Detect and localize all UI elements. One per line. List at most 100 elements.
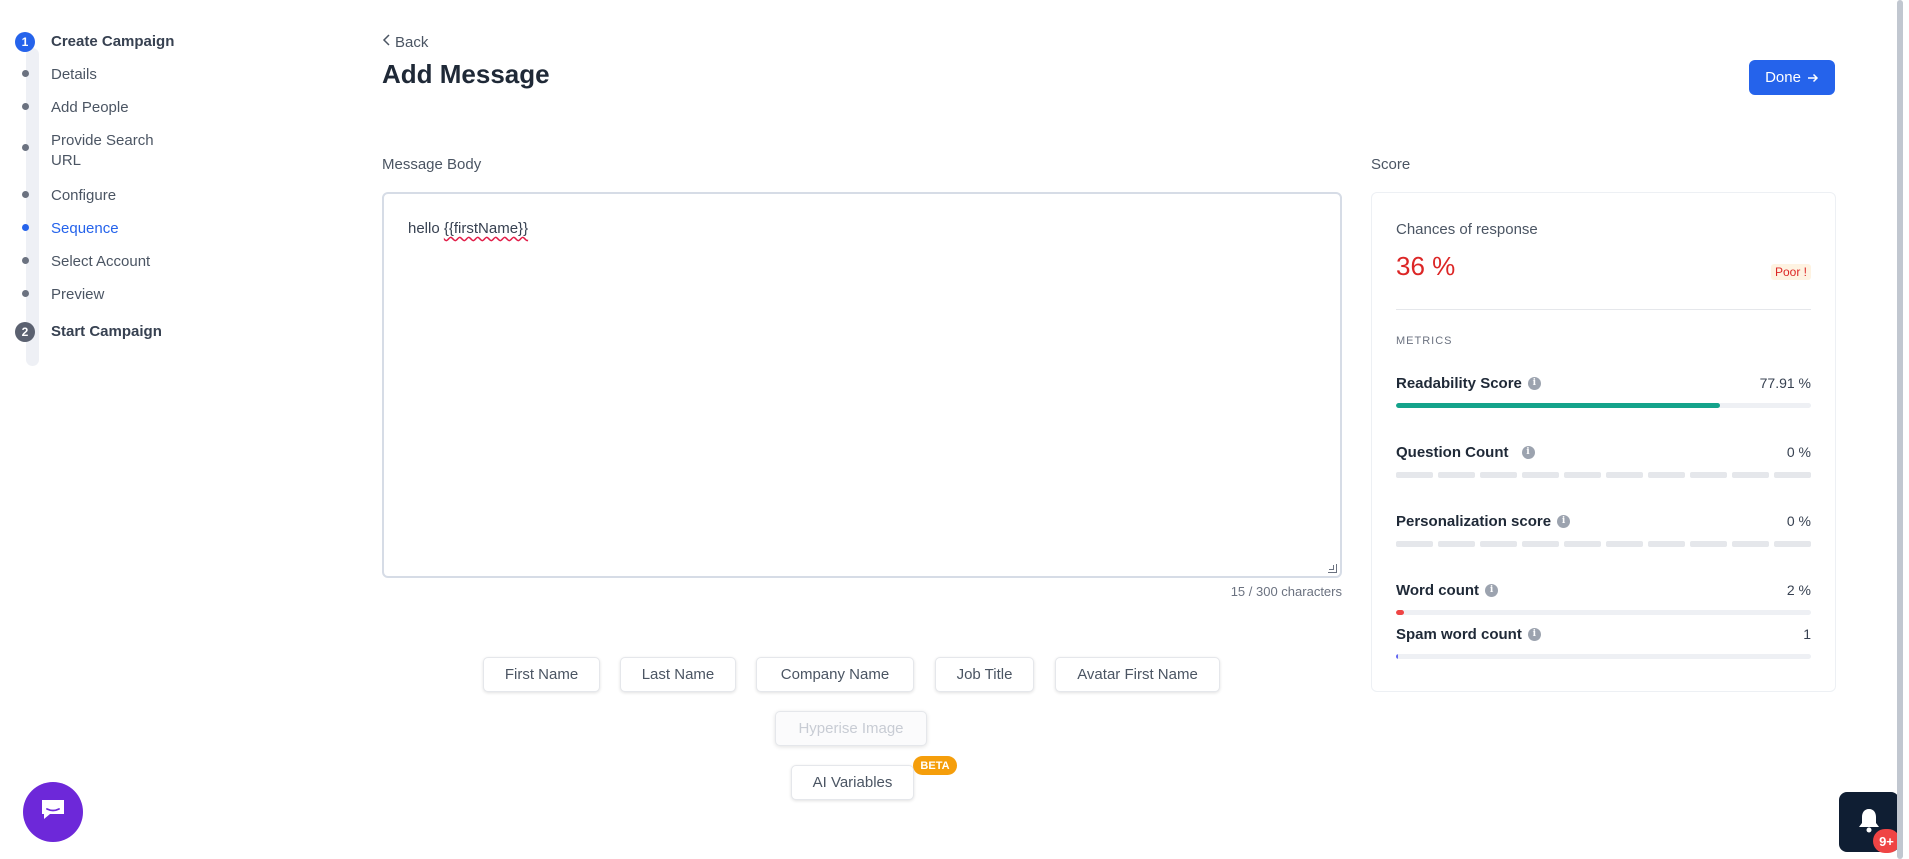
substep-provide-search-url[interactable]: Provide Search URL [15, 131, 181, 171]
metric-name: Personalization score [1396, 512, 1552, 530]
score-card: Chances of response 36 % Poor ! METRICS … [1371, 192, 1836, 692]
bar-segment [1522, 541, 1559, 547]
substep-dot [22, 257, 29, 264]
substep-dot [22, 191, 29, 198]
bar-segment [1396, 472, 1433, 478]
message-text: hello {{firstName}} [408, 220, 528, 237]
substep-preview[interactable]: Preview [15, 285, 181, 305]
substep-configure[interactable]: Configure [15, 186, 181, 206]
metrics-label: METRICS [1396, 335, 1453, 347]
metric-value: 2 % [1786, 582, 1811, 598]
metric-name: Readability Score [1396, 374, 1522, 392]
message-body-label: Message Body [382, 156, 482, 173]
metric-bar [1396, 654, 1811, 659]
hyperise-image-button[interactable]: Hyperise Image [775, 711, 927, 746]
info-icon[interactable]: i [1557, 514, 1571, 528]
page-scrollbar[interactable] [1897, 0, 1903, 859]
beta-badge: BETA [913, 756, 957, 775]
bar-segment [1774, 541, 1811, 547]
info-icon[interactable]: i [1521, 445, 1535, 459]
resize-handle[interactable] [1328, 564, 1337, 573]
chat-icon [39, 797, 67, 828]
metric-segment-bar [1396, 541, 1811, 547]
bar-segment [1732, 541, 1769, 547]
chat-widget-button[interactable] [23, 782, 83, 842]
substep-select-account[interactable]: Select Account [15, 252, 181, 272]
variable-chip-last-name[interactable]: Last Name [620, 657, 736, 692]
chevron-left-icon [382, 33, 392, 51]
step-number-1: 1 [15, 32, 35, 52]
rating-badge: Poor ! [1770, 264, 1811, 280]
bar-segment [1690, 472, 1727, 478]
info-icon[interactable]: i [1527, 376, 1541, 390]
metric-name: Spam word count [1396, 625, 1522, 643]
metric-readability: Readability Score i 77.91 % [1396, 373, 1811, 408]
substep-label: Preview [51, 286, 105, 303]
bar-segment [1732, 472, 1769, 478]
info-icon[interactable]: i [1485, 583, 1499, 597]
bar-segment [1396, 541, 1433, 547]
substep-dot-active [22, 224, 29, 231]
metric-bar [1396, 610, 1811, 615]
done-label: Done [1765, 69, 1801, 86]
score-label: Score [1371, 156, 1411, 173]
step-number-2: 2 [15, 322, 35, 342]
substep-dot [22, 290, 29, 297]
substep-label-active: Sequence [51, 220, 119, 237]
substep-dot [22, 70, 29, 77]
substep-add-people[interactable]: Add People [15, 98, 181, 118]
info-icon[interactable]: i [1527, 627, 1541, 641]
bar-segment [1648, 472, 1685, 478]
substep-dot [22, 103, 29, 110]
metric-bar-fill [1396, 403, 1720, 408]
bar-segment [1438, 472, 1475, 478]
metric-value: 1 [1803, 626, 1811, 642]
metric-value: 77.91 % [1759, 375, 1811, 391]
metric-word-count: Word count i 2 % [1396, 580, 1811, 615]
metric-bar-fill [1396, 654, 1399, 659]
metric-bar-fill [1396, 610, 1405, 615]
bar-segment [1690, 541, 1727, 547]
bar-segment [1606, 541, 1643, 547]
variable-chip-first-name[interactable]: First Name [483, 657, 600, 692]
done-button[interactable]: Done [1749, 60, 1835, 95]
step-start-campaign[interactable]: 2 Start Campaign [15, 322, 162, 342]
bar-segment [1522, 472, 1559, 478]
substep-label: Configure [51, 187, 117, 204]
bar-segment [1774, 472, 1811, 478]
metric-personalization: Personalization score i 0 % [1396, 511, 1811, 547]
metric-value: 0 % [1786, 444, 1811, 460]
variable-chip-avatar-first-name[interactable]: Avatar First Name [1055, 657, 1220, 692]
substep-label: Provide Search URL [51, 132, 154, 169]
ai-variables-button[interactable]: AI Variables [791, 765, 914, 800]
bar-segment [1480, 472, 1517, 478]
chances-label: Chances of response [1396, 221, 1538, 238]
stepper-track [26, 48, 39, 366]
bar-segment [1648, 541, 1685, 547]
substep-label: Details [51, 66, 97, 83]
message-body-input[interactable]: hello {{firstName}} [382, 192, 1342, 578]
variable-chip-company-name[interactable]: Company Name [756, 657, 914, 692]
substep-details[interactable]: Details [15, 65, 181, 85]
metric-question-count: Question Count i 0 % [1396, 442, 1811, 478]
metric-value: 0 % [1786, 513, 1811, 529]
metric-bar [1396, 403, 1811, 408]
bar-segment [1564, 541, 1601, 547]
variable-chip-job-title[interactable]: Job Title [935, 657, 1034, 692]
step-title-create-campaign: Create Campaign [51, 33, 175, 50]
step-create-campaign[interactable]: 1 Create Campaign [15, 32, 174, 52]
step-title-start-campaign: Start Campaign [51, 323, 162, 340]
page-title: Add Message [382, 59, 550, 89]
back-link[interactable]: Back [382, 33, 428, 51]
substep-label: Select Account [51, 253, 151, 270]
substep-sequence[interactable]: Sequence [15, 219, 181, 239]
arrow-right-icon [1807, 70, 1819, 86]
notification-count-badge: 9+ [1873, 829, 1900, 853]
message-text-prefix: hello [408, 220, 444, 237]
substep-dot [22, 144, 29, 151]
chances-value: 36 % [1396, 251, 1456, 281]
bar-segment [1480, 541, 1517, 547]
character-count: 15 / 300 characters [1230, 584, 1342, 599]
message-variable-token: {{firstName}} [443, 220, 529, 237]
metric-name: Question Count [1396, 443, 1509, 461]
